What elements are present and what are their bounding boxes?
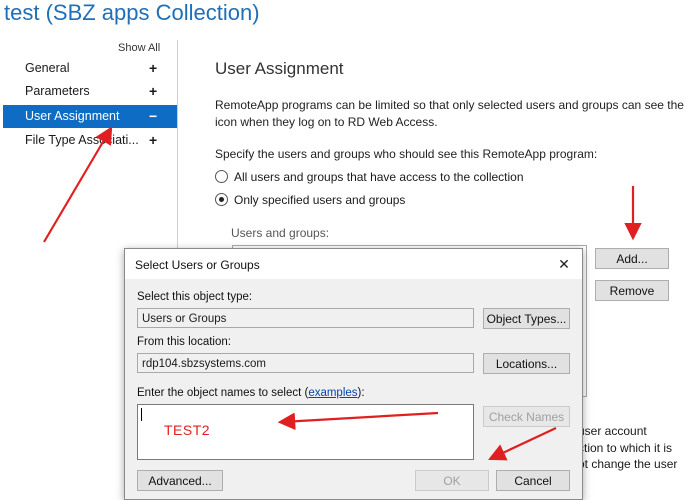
dialog-titlebar: Select Users or Groups ✕ — [125, 249, 582, 279]
sidebar-item-parameters[interactable]: Parameters + — [3, 80, 177, 103]
description-line-2: icon when they log on to RD Web Access. — [215, 115, 438, 129]
sidebar-item-label: General — [25, 61, 70, 75]
specify-text: Specify the users and groups who should … — [215, 147, 598, 161]
add-button[interactable]: Add... — [595, 248, 669, 269]
sidebar-item-general[interactable]: General + — [3, 57, 177, 80]
advanced-button[interactable]: Advanced... — [137, 470, 223, 491]
sidebar-item-label: Parameters — [25, 84, 90, 98]
description-line-1: RemoteApp programs can be limited so tha… — [215, 98, 684, 112]
section-heading: User Assignment — [215, 59, 344, 78]
dialog-title: Select Users or Groups — [135, 258, 260, 272]
examples-link[interactable]: examples — [308, 387, 357, 399]
radio-label: Only specified users and groups — [234, 193, 406, 207]
select-users-dialog: Select Users or Groups ✕ Select this obj… — [124, 248, 583, 500]
description-partial-line-2: ction to which it is — [578, 441, 673, 455]
radio-button-selected[interactable] — [215, 193, 228, 206]
location-label: From this location: — [137, 336, 231, 348]
location-field: rdp104.sbzsystems.com — [137, 353, 474, 373]
object-type-label: Select this object type: — [137, 291, 253, 303]
sidebar-item-label: User Assignment — [25, 109, 120, 123]
page-title: test (SBZ apps Collection) — [4, 0, 260, 25]
object-type-field: Users or Groups — [137, 308, 474, 328]
sidebar-item-file-type-associations[interactable]: File Type Associati... + — [3, 129, 177, 152]
close-icon[interactable]: ✕ — [553, 253, 575, 275]
remove-button[interactable]: Remove — [595, 280, 669, 301]
radio-button[interactable] — [215, 170, 228, 183]
expand-icon: + — [149, 83, 158, 99]
show-all-link[interactable]: Show All — [118, 42, 160, 54]
description-partial-line-3: ot change the user — [578, 457, 678, 471]
collapse-icon: − — [149, 108, 158, 124]
radio-label: All users and groups that have access to… — [234, 170, 524, 184]
object-types-button[interactable]: Object Types... — [483, 308, 570, 329]
description-partial-line-1: user account — [578, 424, 647, 438]
ok-button[interactable]: OK — [415, 470, 489, 491]
sidebar-item-label: File Type Associati... — [25, 133, 139, 147]
locations-button[interactable]: Locations... — [483, 353, 570, 374]
expand-icon: + — [149, 132, 158, 148]
object-names-input[interactable]: TEST2 — [137, 404, 474, 460]
cancel-button[interactable]: Cancel — [496, 470, 570, 491]
object-names-label-prefix: Enter the object names to select ( — [137, 387, 309, 399]
users-groups-label: Users and groups: — [231, 226, 330, 240]
check-names-button[interactable]: Check Names — [483, 406, 570, 427]
text-caret — [141, 408, 142, 421]
typed-object-name: TEST2 — [164, 422, 211, 438]
expand-icon: + — [149, 60, 158, 76]
object-names-label: Enter the object names to select (exampl… — [137, 387, 365, 399]
object-names-label-suffix: ): — [357, 387, 365, 399]
sidebar-item-user-assignment[interactable]: User Assignment − — [3, 105, 177, 128]
